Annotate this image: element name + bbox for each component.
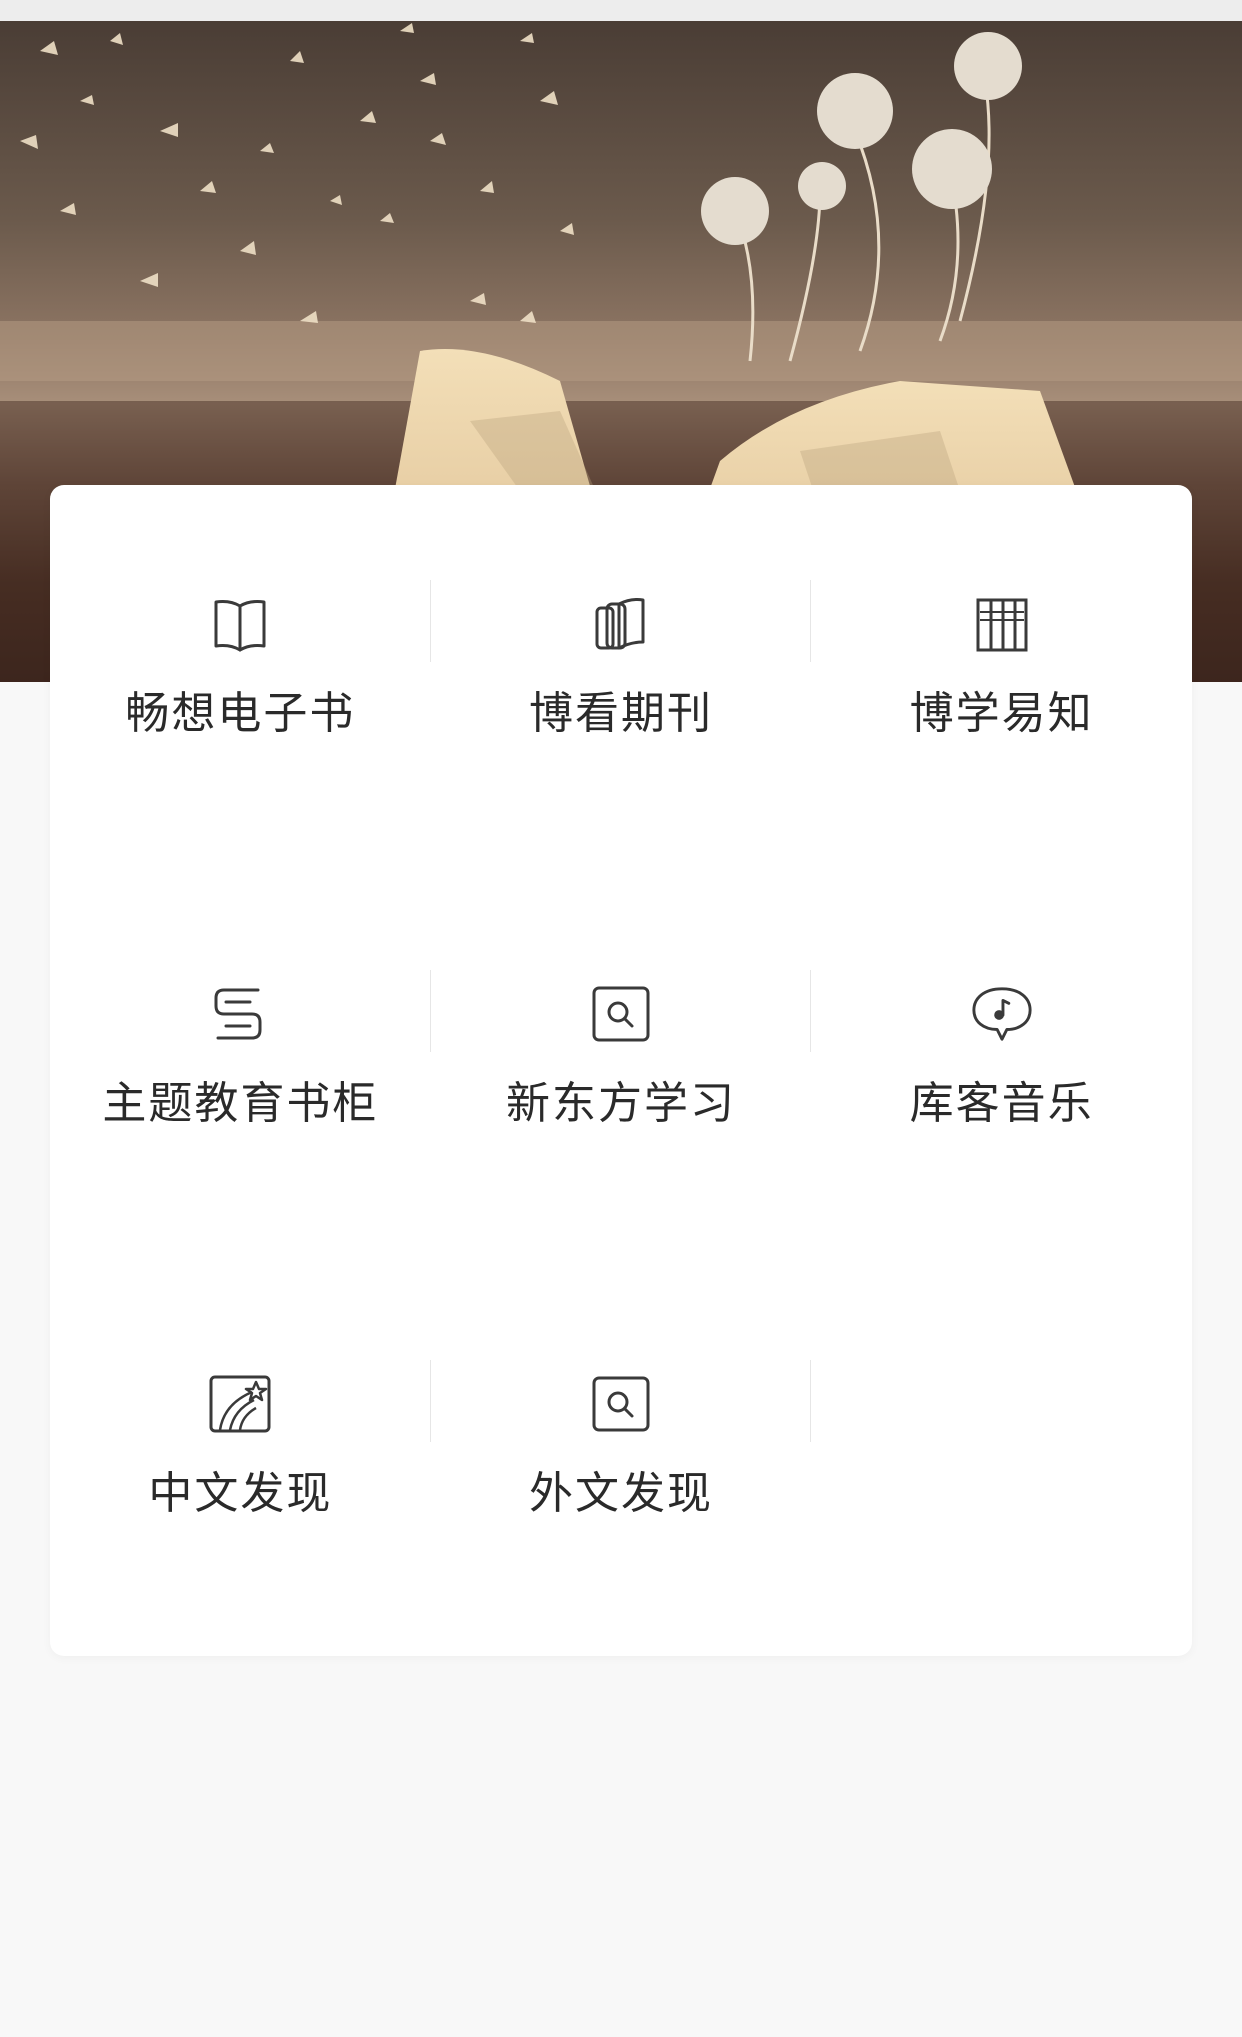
menu-item-bokan-journals[interactable]: 博看期刊 [431, 580, 812, 970]
search-box-icon [589, 982, 653, 1046]
search-box-icon [589, 1372, 653, 1436]
menu-item-label: 外文发现 [528, 1468, 713, 1519]
service-menu-card: 畅想电子书 博看期刊 博学易知 主题教育书柜 新东方学习 库客音乐 中文发现 外… [50, 485, 1192, 1656]
menu-item-label: 新东方学习 [505, 1078, 736, 1129]
menu-item-new-oriental-learning[interactable]: 新东方学习 [431, 970, 812, 1360]
menu-item-label: 中文发现 [148, 1468, 333, 1519]
bookshelf-icon [970, 592, 1034, 656]
menu-item-boxue-yizhi[interactable]: 博学易知 [811, 580, 1192, 970]
menu-item-kuke-music[interactable]: 库客音乐 [811, 970, 1192, 1360]
menu-item-changxiang-ebook[interactable]: 畅想电子书 [50, 580, 431, 970]
menu-item-foreign-discovery[interactable]: 外文发现 [431, 1360, 812, 1750]
service-grid: 畅想电子书 博看期刊 博学易知 主题教育书柜 新东方学习 库客音乐 中文发现 外… [50, 580, 1192, 1750]
menu-item-label: 畅想电子书 [125, 688, 356, 739]
shooting-star-icon [208, 1372, 272, 1436]
music-bubble-icon [970, 982, 1034, 1046]
magazines-icon [589, 592, 653, 656]
s-logo-icon [208, 982, 272, 1046]
menu-item-label: 博看期刊 [528, 688, 713, 739]
open-book-icon [208, 592, 272, 656]
menu-empty-cell [811, 1360, 1192, 1750]
menu-item-theme-education-bookcase[interactable]: 主题教育书柜 [50, 970, 431, 1360]
menu-item-chinese-discovery[interactable]: 中文发现 [50, 1360, 431, 1750]
status-strip [0, 0, 1242, 21]
menu-item-label: 博学易知 [909, 688, 1094, 739]
menu-item-label: 主题教育书柜 [102, 1078, 379, 1129]
menu-item-label: 库客音乐 [909, 1078, 1094, 1129]
